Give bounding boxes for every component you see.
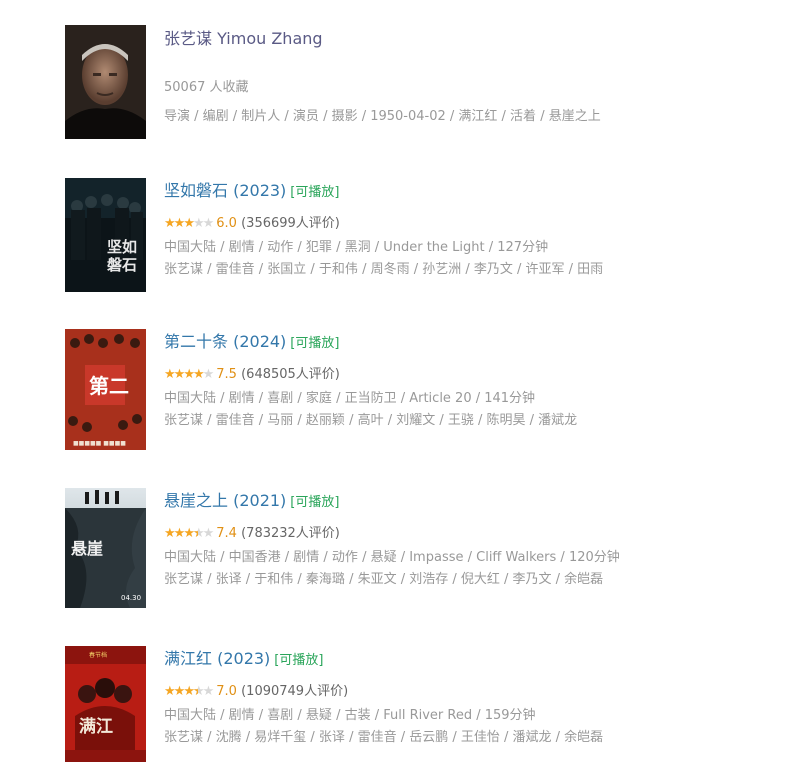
search-results: 张艺谋 Yimou Zhang 50067 人收藏 导演 / 编剧 / 制片人 … [0, 0, 811, 779]
rating-row: ★★★★★ 6.0 (356699人评价) [164, 214, 784, 234]
movie-genres: 中国大陆 / 剧情 / 喜剧 / 悬疑 / 古装 / Full River Re… [164, 708, 536, 723]
star-empty-icon: ★ [202, 684, 215, 699]
star-full-icon: ★ [183, 367, 195, 382]
svg-text:04.30: 04.30 [121, 594, 141, 602]
star-full-icon: ★ [173, 367, 186, 382]
movie-info: 第二十条 (2024) [可播放] ★★★★★ 7.5 (648505人评价) 中国… [164, 330, 784, 432]
movie-cast: 张艺谋 / 沈腾 / 易烊千玺 / 张译 / 雷佳音 / 岳云鹏 / 王佳怡 /… [164, 730, 604, 745]
movie-title-row: 第二十条 (2024) [可播放] [164, 330, 784, 356]
rating-row: ★★★★★ 7.5 (648505人评价) [164, 365, 784, 385]
rating-score: 7.4 [216, 526, 237, 541]
star-full-icon: ★ [164, 684, 176, 699]
svg-text:磐石: 磐石 [106, 256, 137, 274]
rating-votes: (783232人评价) [241, 526, 340, 541]
playable-badge[interactable]: [可播放] [274, 649, 323, 673]
movie-title-link[interactable]: 坚如磐石 (2023) [164, 181, 286, 200]
movie-poster[interactable]: 春节档 满江 [65, 646, 146, 762]
rating-votes: (648505人评价) [241, 367, 340, 382]
svg-text:第二: 第二 [89, 374, 129, 398]
star-rating: ★★★★★ [164, 365, 215, 385]
rating-row: ★★★★★7.4 (783232人评价) [164, 524, 784, 544]
movie-cast: 张艺谋 / 雷佳音 / 马丽 / 赵丽颖 / 高叶 / 刘耀文 / 王骁 / 陈… [164, 413, 578, 428]
rating-votes: (356699人评价) [241, 216, 340, 231]
movie-title-link[interactable]: 满江红 (2023) [164, 649, 270, 668]
person-photo[interactable] [65, 25, 146, 139]
star-empty-icon: ★ [202, 367, 215, 382]
movie-title-link[interactable]: 悬崖之上 (2021) [164, 491, 286, 510]
movie-title-row: 坚如磐石 (2023) [可播放] [164, 179, 784, 205]
star-half-icon: ★ [193, 682, 205, 702]
movie-poster[interactable]: 悬崖 04.30 [65, 488, 146, 608]
star-empty-icon: ★ [192, 216, 205, 231]
rating-score: 6.0 [216, 216, 237, 231]
movie-info: 坚如磐石 (2023) [可播放] ★★★★★ 6.0 (356699人评价) 中国… [164, 179, 784, 281]
svg-text:坚如: 坚如 [107, 238, 137, 256]
person-name-link[interactable]: 张艺谋 Yimou Zhang [164, 27, 784, 51]
rating-row: ★★★★★7.0 (1090749人评价) [164, 682, 784, 702]
svg-text:■■■■■ ■■■■: ■■■■■ ■■■■ [73, 440, 126, 447]
person-fans-count: 50067 人收藏 [164, 80, 249, 95]
star-empty-icon: ★ [202, 216, 215, 231]
movie-title-row: 悬崖之上 (2021) [可播放] [164, 489, 784, 515]
star-empty-icon: ★ [202, 526, 215, 541]
star-rating: ★★★★★ [164, 682, 215, 702]
svg-text:春节档: 春节档 [89, 651, 107, 659]
star-full-icon: ★ [164, 526, 176, 541]
movie-genres: 中国大陆 / 中国香港 / 剧情 / 动作 / 悬疑 / Impasse / C… [164, 550, 620, 565]
rating-score: 7.5 [216, 367, 237, 382]
playable-badge[interactable]: [可播放] [290, 491, 339, 515]
playable-badge[interactable]: [可播放] [290, 181, 339, 205]
person-roles: 导演 / 编剧 / 制片人 / 演员 / 摄影 / 1950-04-02 / 满… [164, 109, 601, 124]
playable-badge[interactable]: [可播放] [290, 332, 339, 356]
movie-cast: 张艺谋 / 张译 / 于和伟 / 秦海璐 / 朱亚文 / 刘浩存 / 倪大红 /… [164, 572, 604, 587]
star-full-icon: ★ [183, 216, 195, 231]
movie-genres: 中国大陆 / 剧情 / 喜剧 / 家庭 / 正当防卫 / Article 20 … [164, 391, 536, 406]
star-full-icon: ★ [183, 526, 195, 541]
star-full-icon: ★ [164, 216, 176, 231]
svg-text:满江: 满江 [79, 716, 113, 737]
movie-poster[interactable]: 第二 ■■■■■ ■■■■ [65, 329, 146, 450]
rating-score: 7.0 [216, 684, 237, 699]
movie-title-link[interactable]: 第二十条 (2024) [164, 332, 286, 351]
star-rating: ★★★★★ [164, 214, 215, 234]
star-half-icon: ★ [193, 524, 205, 544]
star-full-icon: ★ [192, 367, 205, 382]
star-full-icon: ★ [183, 684, 195, 699]
rating-votes: (1090749人评价) [241, 684, 349, 699]
star-full-icon: ★ [164, 367, 176, 382]
movie-genres: 中国大陆 / 剧情 / 动作 / 犯罪 / 黑洞 / Under the Lig… [164, 240, 549, 255]
person-info: 张艺谋 Yimou Zhang 50067 人收藏 导演 / 编剧 / 制片人 … [164, 27, 784, 128]
movie-title-row: 满江红 (2023) [可播放] [164, 647, 784, 673]
star-full-icon: ★ [173, 216, 186, 231]
movie-info: 悬崖之上 (2021)[可播放] ★★★★★7.4 (783232人评价) 中国… [164, 489, 784, 591]
movie-info: 满江红 (2023)[可播放] ★★★★★7.0 (1090749人评价) 中国… [164, 647, 784, 749]
star-rating: ★★★★★ [164, 524, 215, 544]
svg-text:悬崖: 悬崖 [70, 539, 103, 558]
movie-cast: 张艺谋 / 雷佳音 / 张国立 / 于和伟 / 周冬雨 / 孙艺洲 / 李乃文 … [164, 262, 604, 277]
star-full-icon: ★ [173, 526, 186, 541]
movie-poster[interactable]: 坚如 磐石 [65, 178, 146, 292]
star-full-icon: ★ [173, 684, 186, 699]
